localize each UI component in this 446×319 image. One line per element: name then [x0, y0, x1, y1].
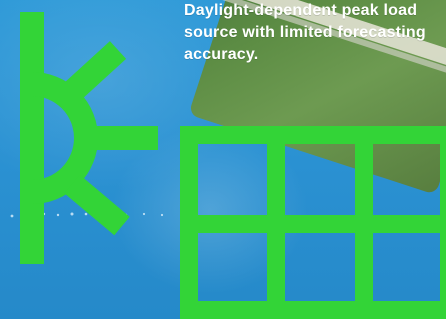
- solar-grid-icon: [180, 126, 446, 319]
- sun-icon: [20, 12, 158, 264]
- caption-text: Daylight-dependent peak load source with…: [184, 2, 426, 63]
- hero-image: Daylight-dependent peak load source with…: [0, 0, 446, 319]
